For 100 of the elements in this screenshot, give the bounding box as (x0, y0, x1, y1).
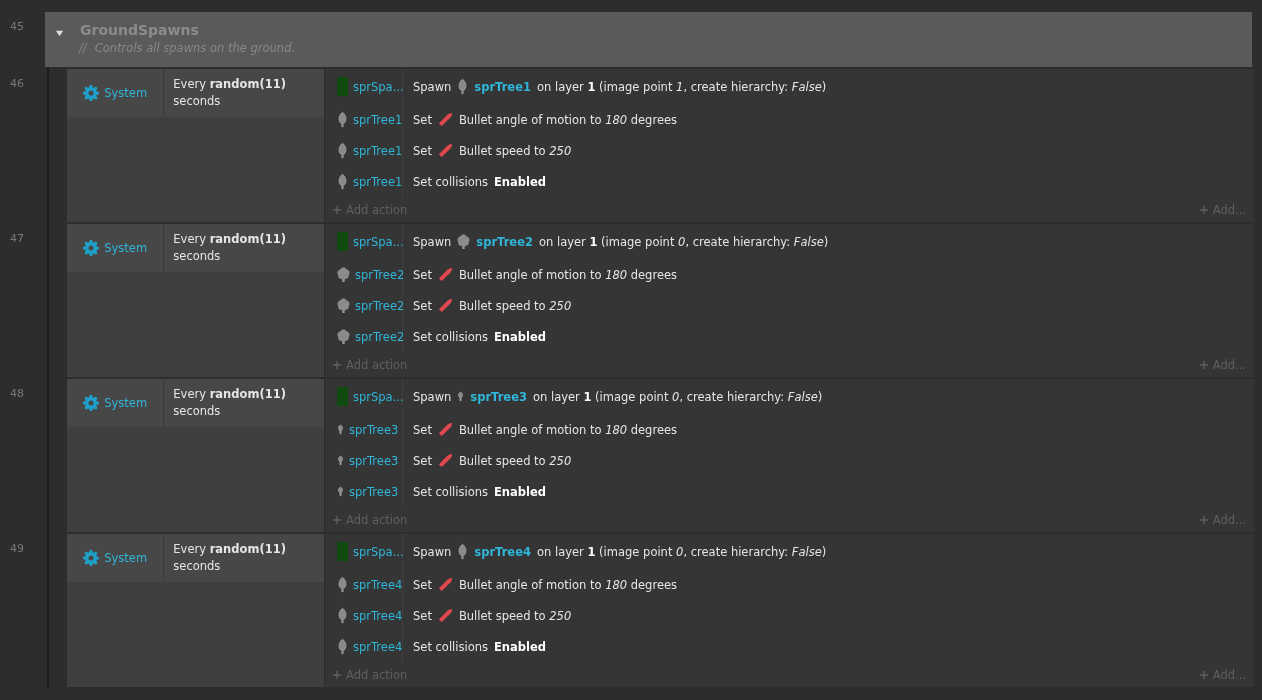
action-row[interactable]: sprTree2 Set Bullet speed to 250 (325, 290, 1254, 321)
object-name: sprSpa... (353, 544, 404, 559)
action-row[interactable]: sprTree4 Set Bullet angle of motion to 180 degrees (325, 569, 1254, 600)
object-name: sprTree2 (355, 267, 405, 282)
action-verb: Spawn (413, 79, 452, 94)
action-text: on layer 1 (image point 0, create hierarchy: False) (532, 389, 823, 404)
object-name: sprTree1 (353, 112, 403, 127)
bullet-icon (437, 608, 453, 623)
object-name: System (104, 241, 148, 255)
action-row[interactable]: sprTree4 Set Bullet speed to 250 (325, 600, 1254, 631)
line-number: 46 (9, 76, 25, 92)
action-text: Bullet angle of motion to 180 degrees (458, 422, 678, 437)
bullet-icon (437, 267, 453, 282)
bullet-icon (437, 422, 453, 437)
action-row[interactable]: sprSpa... Spawn sprTree3 on layer 1 (image point 0, create hierarchy: False) (325, 379, 1254, 414)
action-row[interactable]: sprTree4 Set collisions Enabled (325, 631, 1254, 662)
bullet-icon (437, 453, 453, 468)
action-row[interactable]: sprSpa... Spawn sprTree2 on layer 1 (image point 0, create hierarchy: False) (325, 224, 1254, 259)
condition-row[interactable]: System Every random(11) seconds (67, 534, 324, 582)
object-name: sprTree2 (355, 329, 405, 344)
gear-icon (83, 395, 100, 411)
action-row[interactable]: sprTree1 Set collisions Enabled (325, 166, 1254, 197)
action-row[interactable]: sprTree1 Set Bullet angle of motion to 180 degrees (325, 104, 1254, 135)
tree-icon (457, 78, 469, 95)
action-verb: Set (413, 112, 432, 127)
action-verb: Set collisions (413, 484, 488, 499)
sprite-icon (337, 387, 348, 406)
action-verb: Spawn (413, 389, 452, 404)
action-row[interactable]: sprSpa... Spawn sprTree1 on layer 1 (image point 1, create hierarchy: False) (325, 69, 1254, 104)
action-verb: Set collisions (413, 639, 488, 654)
action-text: Bullet angle of motion to 180 degrees (458, 577, 678, 592)
action-text: Bullet speed to 250 (458, 143, 572, 158)
tree-icon (337, 111, 348, 128)
gear-icon (83, 240, 100, 256)
action-text: Bullet speed to 250 (458, 608, 572, 623)
event-block[interactable] (67, 224, 1254, 377)
object-name: sprTree3 (349, 484, 399, 499)
action-verb: Set (413, 453, 432, 468)
object-name: sprTree3 (349, 422, 399, 437)
tree-icon (337, 486, 344, 497)
event-block[interactable] (67, 534, 1254, 687)
event-block[interactable] (67, 69, 1254, 222)
object-name: System (104, 86, 148, 100)
condition-row[interactable]: System Every random(11) seconds (67, 379, 324, 427)
plus-icon (333, 206, 341, 214)
action-verb: Set collisions (413, 174, 488, 189)
condition-row[interactable]: System Every random(11) seconds (67, 224, 324, 272)
tree-icon (337, 455, 344, 466)
action-row[interactable]: sprTree2 Set Bullet angle of motion to 180 degrees (325, 259, 1254, 290)
plus-icon (333, 516, 341, 524)
sprite-icon (337, 232, 348, 251)
action-row[interactable]: sprTree1 Set Bullet speed to 250 (325, 135, 1254, 166)
plus-icon (1199, 516, 1208, 524)
condition-text: Every random(11) seconds (172, 386, 287, 420)
bullet-icon (437, 577, 453, 592)
comment-mark: // (79, 41, 87, 55)
tree-icon (337, 298, 350, 313)
tree-icon (457, 391, 465, 402)
sprite-icon (337, 542, 348, 561)
object-name: sprSpa... (353, 389, 404, 404)
tree-icon (457, 234, 471, 249)
action-row[interactable]: sprTree2 Set collisions Enabled (325, 321, 1254, 352)
object-name: sprTree4 (353, 608, 403, 623)
tree-icon (337, 267, 350, 282)
tree-icon (337, 424, 344, 435)
plus-icon (1199, 361, 1208, 369)
gear-icon (83, 550, 100, 566)
tree-icon (337, 576, 348, 593)
action-text: Bullet angle of motion to 180 degrees (458, 267, 678, 282)
object-name: sprTree1 (353, 174, 403, 189)
line-number: 47 (9, 231, 25, 247)
action-row[interactable]: sprTree3 Set collisions Enabled (325, 476, 1254, 507)
action-text: on layer 1 (image point 0, create hierarchy: False) (538, 234, 829, 249)
action-text: Bullet speed to 250 (458, 453, 572, 468)
plus-icon (1199, 206, 1208, 214)
condition-row[interactable]: System Every random(11) seconds (67, 69, 324, 117)
action-verb: Spawn (413, 544, 452, 559)
action-text: on layer 1 (image point 1, create hierarchy: False) (536, 79, 827, 94)
event-block[interactable] (67, 379, 1254, 532)
plus-icon (1199, 671, 1208, 679)
action-text: Bullet speed to 250 (458, 298, 572, 313)
object-name: sprTree4 (353, 577, 403, 592)
collapse-icon[interactable] (55, 28, 64, 38)
action-text: Enabled (494, 174, 546, 189)
target-object: sprTree2 (476, 234, 533, 249)
action-row[interactable]: sprSpa... Spawn sprTree4 on layer 1 (image point 0, create hierarchy: False) (325, 534, 1254, 569)
action-verb: Set (413, 143, 432, 158)
line-number: 48 (9, 386, 25, 402)
object-name: sprSpa... (353, 234, 404, 249)
condition-text: Every random(11) seconds (172, 541, 287, 575)
gear-icon (83, 85, 100, 101)
sprite-icon (337, 77, 348, 96)
plus-icon (333, 671, 341, 679)
bullet-icon (437, 298, 453, 313)
action-row[interactable]: sprTree3 Set Bullet angle of motion to 180 degrees (325, 414, 1254, 445)
action-row[interactable]: sprTree3 Set Bullet speed to 250 (325, 445, 1254, 476)
bullet-icon (437, 143, 453, 158)
line-number: 49 (9, 541, 25, 557)
target-object: sprTree3 (470, 389, 527, 404)
action-verb: Set collisions (413, 329, 488, 344)
